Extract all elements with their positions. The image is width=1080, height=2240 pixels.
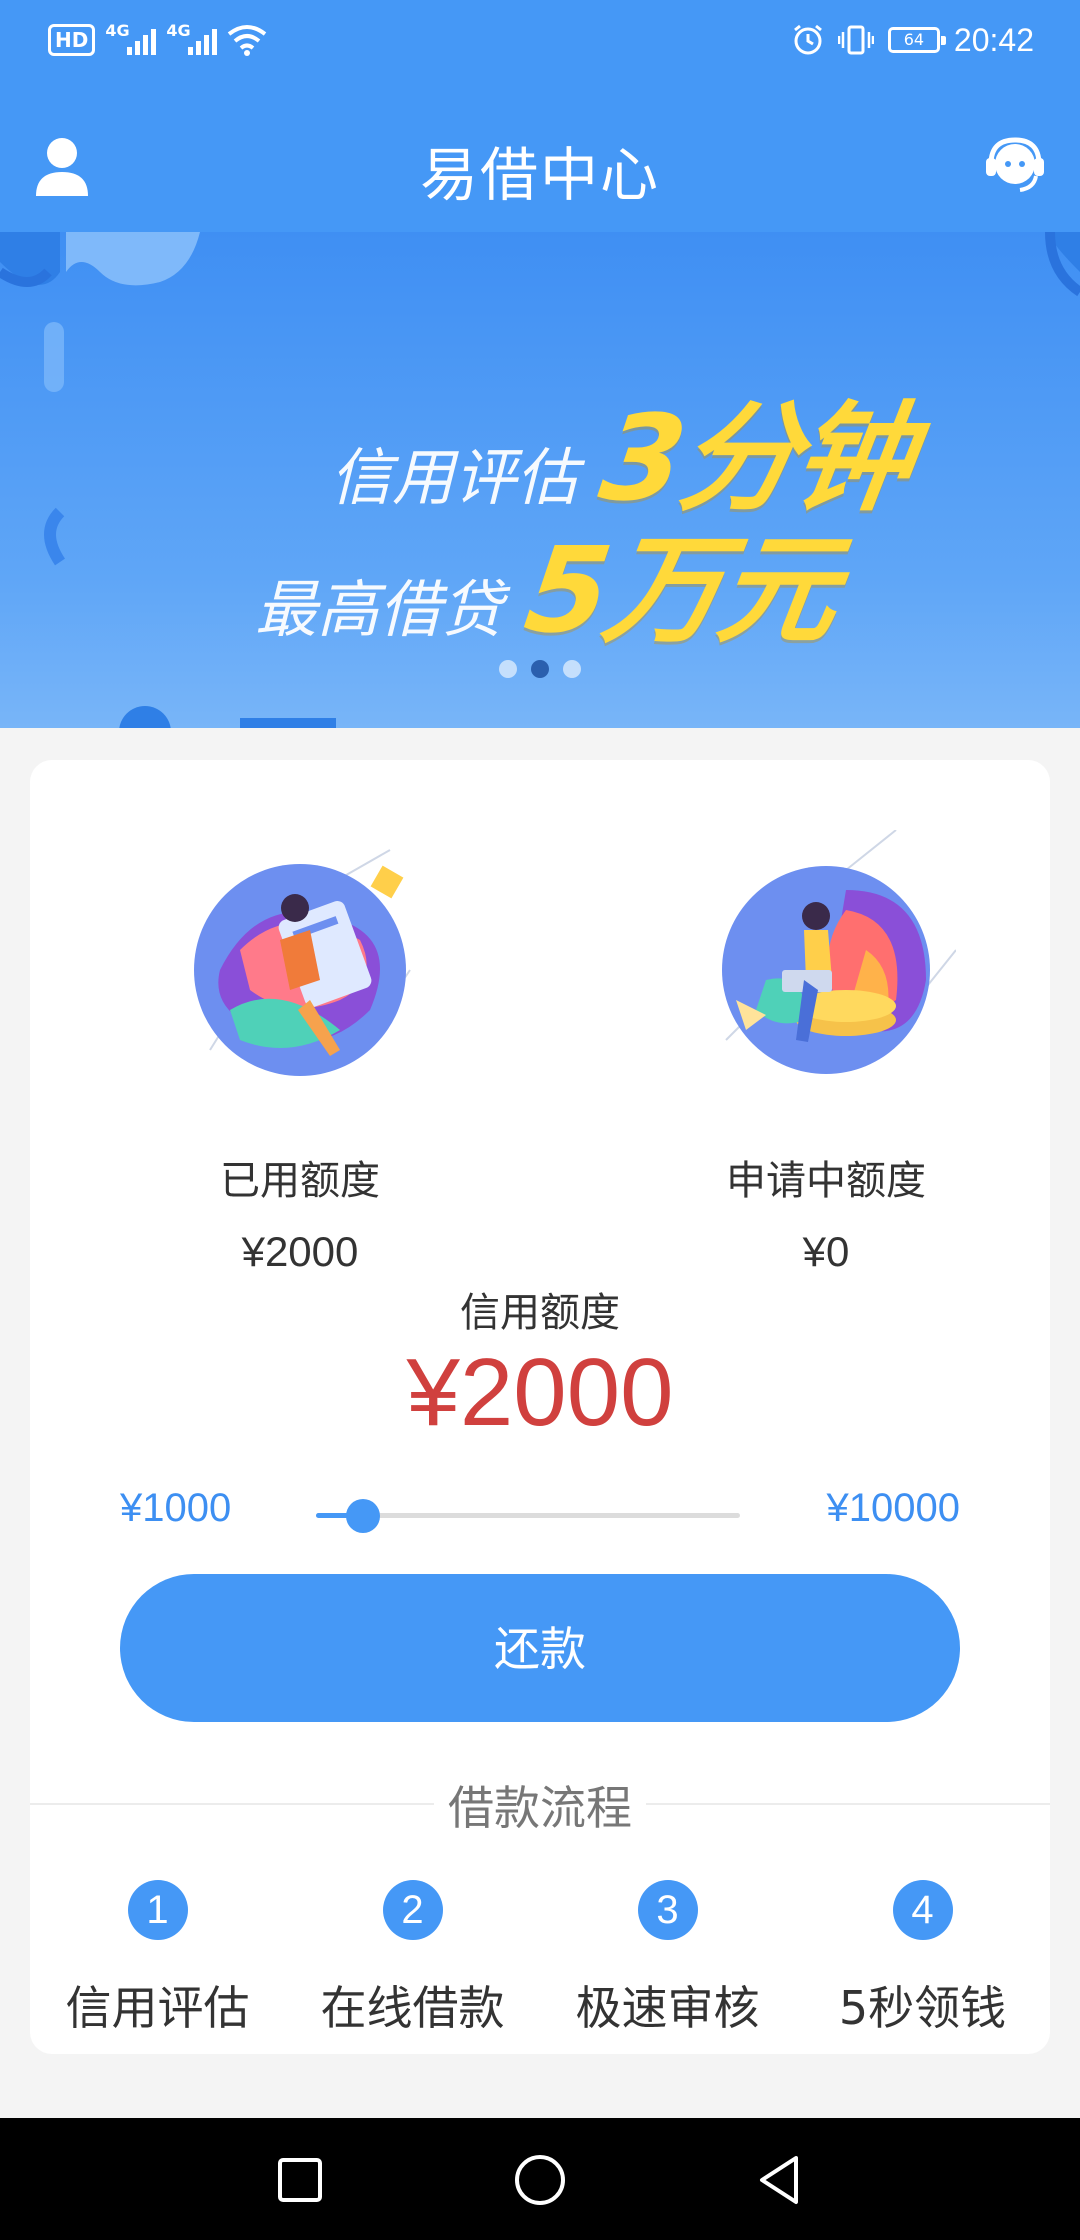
credit-limit-value: ¥2000: [406, 1339, 674, 1446]
alarm-icon: [793, 24, 822, 55]
hd-indicator: HD: [48, 24, 96, 56]
used-quota-label: 已用额度: [220, 1158, 380, 1204]
used-quota: 已用额度 ¥2000: [100, 830, 500, 1276]
step-label: 信用评估: [65, 1981, 250, 2035]
slider-max-label: ¥10000: [826, 1486, 960, 1530]
banner-line-2: 最高借贷 5万元: [255, 494, 843, 665]
loan-card: 已用额度 ¥2000 申请中额度 ¥0 信用额度 ¥2000 ¥1000 ¥10…: [30, 760, 1050, 2054]
step-label: 在线借款: [320, 1981, 505, 2035]
carousel-indicator: [0, 660, 1080, 678]
carousel-dot[interactable]: [563, 660, 581, 678]
credit-slider[interactable]: [316, 1499, 740, 1533]
home-circle-icon[interactable]: [508, 2148, 572, 2212]
applying-quota-illustration-icon: [722, 830, 956, 1074]
applying-quota-label: 申请中额度: [726, 1158, 926, 1204]
step-number-badge: 1: [127, 1880, 188, 1940]
back-triangle-icon[interactable]: [748, 2148, 812, 2212]
loan-process-steps: 1 信用评估 2 在线借款 3 极速审核 4 5秒领钱: [30, 1880, 1050, 2038]
step-label: 极速审核: [575, 1981, 760, 2035]
step-number-badge: 4: [892, 1880, 953, 1940]
carousel-dot[interactable]: [531, 660, 549, 678]
applying-quota: 申请中额度 ¥0: [626, 830, 1026, 1276]
process-step: 1 信用评估: [30, 1880, 285, 2038]
wifi-icon: [228, 25, 267, 56]
carousel-dot[interactable]: [499, 660, 517, 678]
app-header: 易借中心: [0, 80, 1080, 232]
process-step: 4 5秒领钱: [795, 1880, 1050, 2038]
signal-icon-2: 4G: [166, 21, 218, 55]
page-title: 易借中心: [419, 141, 660, 209]
promo-banner[interactable]: 信用评估 3分钟 最高借贷 5万元: [0, 232, 1080, 728]
loan-process-title: 借款流程: [30, 1772, 1050, 1838]
banner-line-2-label: 最高借贷: [255, 573, 504, 646]
step-number-badge: 2: [382, 1880, 443, 1940]
loan-process-title-text: 借款流程: [434, 1781, 646, 1835]
banner-line-2-highlight: 5万元: [517, 521, 844, 659]
vibrate-icon: [837, 25, 874, 55]
step-label: 5秒领钱: [838, 1981, 1007, 2035]
recents-square-icon[interactable]: [268, 2148, 332, 2212]
customer-service-icon[interactable]: [984, 134, 1046, 196]
clock: 20:42: [953, 21, 1034, 58]
process-step: 2 在线借款: [285, 1880, 540, 2038]
slider-min-label: ¥1000: [120, 1486, 232, 1530]
applying-quota-value: ¥0: [802, 1228, 850, 1275]
used-quota-illustration-icon: [194, 849, 411, 1076]
slider-handle[interactable]: [345, 1499, 380, 1533]
process-step: 3 极速审核: [540, 1880, 795, 2038]
system-nav-bar: [0, 2118, 1080, 2240]
battery-icon: 64: [887, 27, 946, 53]
repay-button[interactable]: 还款: [120, 1574, 960, 1722]
credit-limit-label: 信用额度: [460, 1290, 620, 1336]
status-bar: HD 4G 4G 64 20:42: [0, 0, 1080, 80]
step-number-badge: 3: [637, 1880, 698, 1940]
used-quota-value: ¥2000: [241, 1228, 359, 1275]
signal-icon: 4G: [105, 21, 157, 55]
